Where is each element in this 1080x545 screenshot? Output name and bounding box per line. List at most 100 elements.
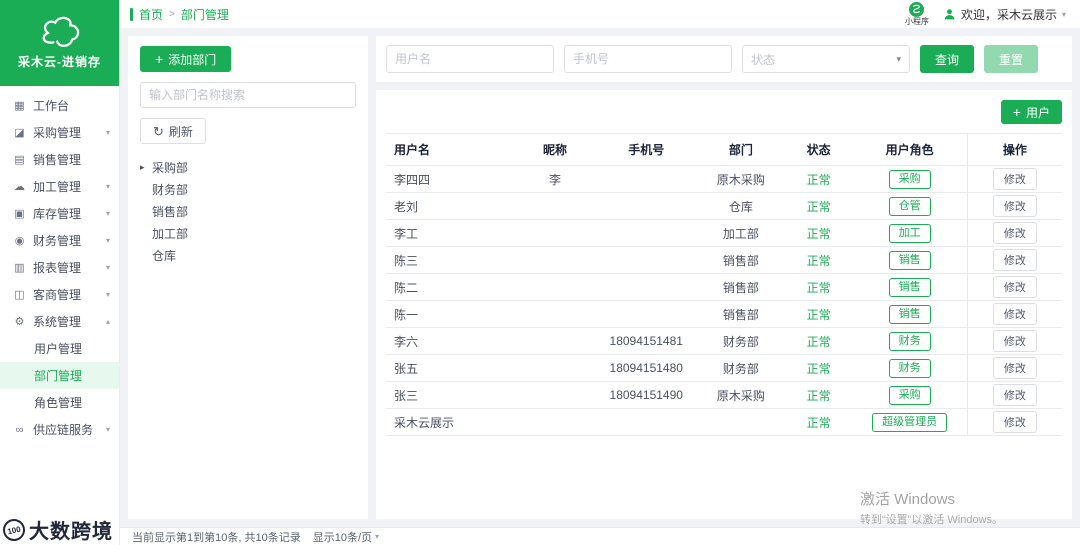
cell-department: 销售部 <box>696 300 785 328</box>
edit-button[interactable]: 修改 <box>992 411 1037 433</box>
sidebar-subitem-dept-mgmt[interactable]: 部门管理 <box>0 362 119 389</box>
sidebar-item-workbench[interactable]: ▦ 工作台 <box>0 92 119 119</box>
sidebar-item-supply[interactable]: ∞ 供应链服务 ▾ <box>0 416 119 443</box>
cell-username: 陈一 <box>386 300 515 328</box>
user-row: 李六 18094151481 财务部 正常 财务 修改 <box>386 327 1062 355</box>
tree-item[interactable]: 仓库 <box>140 244 356 266</box>
cell-action: 修改 <box>966 300 1062 328</box>
main-column: 首页 > 部门管理 小程序 欢迎，采木云展示 ▾ + 添加部门 输入部门名称搜索… <box>120 0 1080 545</box>
add-user-label: 用户 <box>1025 105 1050 120</box>
cell-username: 陈三 <box>386 246 515 274</box>
tree-item[interactable]: 财务部 <box>140 178 356 200</box>
edit-button[interactable]: 修改 <box>992 168 1037 190</box>
tree-item[interactable]: ▸ 采购部 <box>140 156 356 178</box>
refresh-icon: ↻ <box>153 123 164 139</box>
department-panel: + 添加部门 ↻ 刷新 ▸采购部财务部销售部加工部仓库 <box>128 36 368 519</box>
tree-item[interactable]: 销售部 <box>140 200 356 222</box>
filter-bar: 状态 ▾ 查询 重置 <box>376 36 1072 82</box>
table-toolbar: + 用户 <box>386 100 1062 124</box>
plus-icon: + <box>1012 104 1021 120</box>
sidebar-item-label: 工作台 <box>33 99 70 113</box>
edit-button[interactable]: 修改 <box>992 357 1037 379</box>
chevron-down-icon: ▾ <box>105 425 110 434</box>
reset-button[interactable]: 重置 <box>984 45 1039 73</box>
column-header: 手机号 <box>595 133 697 166</box>
user-row: 李四四李 原木采购 正常 采购 修改 <box>386 165 1062 193</box>
caret-right-icon[interactable]: ▸ <box>140 162 152 173</box>
column-header: 昵称 <box>514 133 596 166</box>
sidebar-item-system[interactable]: ⚙ 系统管理 ▴ <box>0 308 119 335</box>
cell-action: 修改 <box>966 354 1062 382</box>
add-user-button[interactable]: + 用户 <box>1000 100 1062 124</box>
watermark-logo-icon: 100 <box>0 516 28 543</box>
search-button[interactable]: 查询 <box>920 45 975 73</box>
refresh-button[interactable]: ↻ 刷新 <box>140 118 206 144</box>
edit-button[interactable]: 修改 <box>992 330 1037 352</box>
sidebar-header: 采木云-进销存 <box>0 0 119 86</box>
refresh-label: 刷新 <box>168 124 193 139</box>
role-badge: 财务 <box>888 331 931 351</box>
sidebar-item-report[interactable]: ▥ 报表管理 ▾ <box>0 254 119 281</box>
sidebar-item-label: 加工管理 <box>33 180 82 194</box>
edit-button[interactable]: 修改 <box>992 384 1037 406</box>
sidebar-item-inventory[interactable]: ▣ 库存管理 ▾ <box>0 200 119 227</box>
sidebar: 采木云-进销存 ▦ 工作台 ◪ 采购管理 ▾ ▤ 销售管理 ☁ 加工管理 ▾ ▣ 库存管理 ▾ ◉ 财务管理… <box>0 0 120 545</box>
cell-role: 超级管理员 <box>852 408 968 436</box>
cell-department: 加工部 <box>696 219 785 247</box>
cell-status: 正常 <box>784 327 853 355</box>
cell-department: 原木采购 <box>696 381 785 409</box>
tree-item-label: 销售部 <box>152 204 189 219</box>
username-filter-input[interactable] <box>386 45 554 73</box>
edit-button[interactable]: 修改 <box>992 249 1037 271</box>
sidebar-item-purchase[interactable]: ◪ 采购管理 ▾ <box>0 119 119 146</box>
mini-program-entry[interactable]: 小程序 <box>905 2 929 26</box>
page-size-select[interactable]: 显示10条/页 ▾ <box>313 529 379 545</box>
content-area: + 添加部门 ↻ 刷新 ▸采购部财务部销售部加工部仓库 状态 ▾ <box>120 28 1080 527</box>
windows-activation-watermark: 激活 Windows 转到“设置”以激活 Windows。 <box>860 488 1003 527</box>
sidebar-item-processing[interactable]: ☁ 加工管理 ▾ <box>0 173 119 200</box>
cell-status: 正常 <box>784 246 853 274</box>
sidebar-subitem-role-mgmt[interactable]: 角色管理 <box>0 389 119 416</box>
department-search-input[interactable] <box>140 82 356 108</box>
status-select-value: 状态 <box>751 52 776 67</box>
cell-nickname <box>514 327 596 355</box>
tree-item[interactable]: 加工部 <box>140 222 356 244</box>
edit-button[interactable]: 修改 <box>992 303 1037 325</box>
edit-button[interactable]: 修改 <box>992 276 1037 298</box>
user-row: 陈三 销售部 正常 销售 修改 <box>386 246 1062 274</box>
cell-department: 销售部 <box>696 246 785 274</box>
status-text: 正常 <box>806 334 831 349</box>
breadcrumb-home[interactable]: 首页 <box>139 6 163 23</box>
user-menu[interactable]: 欢迎，采木云展示 ▾ <box>943 6 1066 23</box>
status-text: 正常 <box>806 226 831 241</box>
chevron-down-icon: ▾ <box>1061 9 1066 19</box>
add-department-button[interactable]: + 添加部门 <box>140 46 232 72</box>
sales-icon: ▤ <box>14 154 25 166</box>
cell-nickname <box>514 354 596 382</box>
phone-filter-input[interactable] <box>564 45 732 73</box>
sidebar-item-label: 供应链服务 <box>33 423 94 437</box>
edit-button[interactable]: 修改 <box>992 195 1037 217</box>
sidebar-item-sales[interactable]: ▤ 销售管理 <box>0 146 119 173</box>
chevron-down-icon: ▾ <box>105 209 110 218</box>
purchase-icon: ◪ <box>14 127 25 139</box>
role-badge: 采购 <box>888 385 931 405</box>
sidebar-subitem-user-mgmt[interactable]: 用户管理 <box>0 335 119 362</box>
sidebar-item-customer[interactable]: ◫ 客商管理 ▾ <box>0 281 119 308</box>
role-badge: 销售 <box>888 304 931 324</box>
cell-action: 修改 <box>966 327 1062 355</box>
status-select[interactable]: 状态 ▾ <box>742 45 910 73</box>
topbar: 首页 > 部门管理 小程序 欢迎，采木云展示 ▾ <box>120 0 1080 28</box>
sidebar-item-finance[interactable]: ◉ 财务管理 ▾ <box>0 227 119 254</box>
user-row: 李工 加工部 正常 加工 修改 <box>386 219 1062 247</box>
cell-status: 正常 <box>784 381 853 409</box>
column-header: 状态 <box>784 133 853 166</box>
cell-username: 采木云展示 <box>386 408 515 436</box>
role-badge: 财务 <box>888 358 931 378</box>
cell-nickname <box>514 408 596 436</box>
edit-button[interactable]: 修改 <box>992 222 1037 244</box>
sidebar-item-label: 财务管理 <box>33 234 82 248</box>
cell-action: 修改 <box>966 273 1062 301</box>
cell-status: 正常 <box>784 192 853 220</box>
windows-activation-line1: 激活 Windows <box>860 491 956 508</box>
